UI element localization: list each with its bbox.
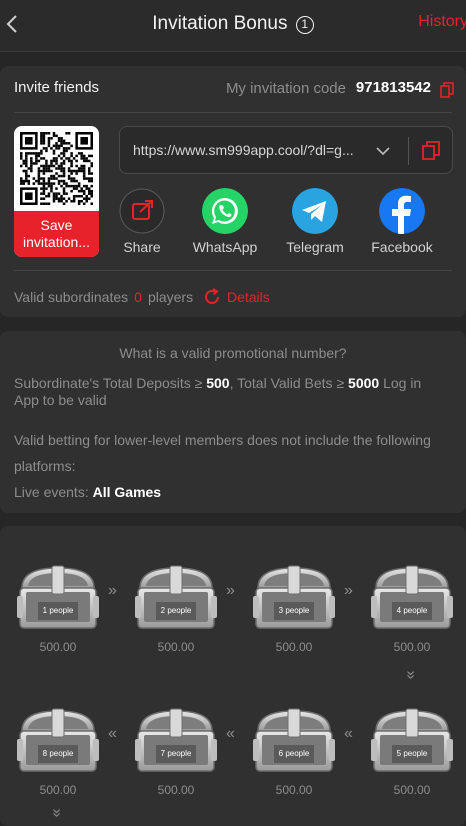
share-button[interactable]: Share bbox=[119, 188, 165, 255]
players-unit: players bbox=[147, 289, 194, 305]
chest-reward-value: 500.00 bbox=[39, 783, 77, 797]
invitation-code-label: My invitation code bbox=[225, 80, 346, 97]
invitation-link-field[interactable]: https://www.sm999app.cool/?dl=g... bbox=[119, 126, 453, 174]
invitation-link-text: https://www.sm999app.cool/?dl=g... bbox=[133, 142, 354, 158]
arrow-left-icon: « bbox=[226, 725, 235, 742]
divider bbox=[408, 137, 409, 165]
valid-subordinates-row: Valid subordinates 0 players Details bbox=[14, 288, 270, 306]
valid-subordinates-count: 0 bbox=[134, 289, 142, 305]
arrow-right-icon: » bbox=[226, 582, 235, 599]
whatsapp-button[interactable]: WhatsApp bbox=[188, 188, 262, 255]
details-link[interactable]: Details bbox=[227, 289, 270, 305]
chest-people-label: 2 people bbox=[160, 606, 192, 615]
treasure-chest-icon bbox=[371, 565, 453, 629]
chest-people-label: 1 people bbox=[42, 606, 74, 615]
chest-people-label: 3 people bbox=[278, 606, 310, 615]
whatsapp-icon bbox=[202, 188, 248, 234]
page-title: Invitation Bonus 1 bbox=[0, 13, 466, 35]
telegram-icon bbox=[292, 188, 338, 234]
whatsapp-label: WhatsApp bbox=[192, 239, 258, 255]
rules-exclusions: Valid betting for lower-level members do… bbox=[14, 432, 431, 500]
chest-reward-value: 500.00 bbox=[393, 783, 431, 797]
header-bar: Invitation Bonus 1 History bbox=[0, 0, 466, 52]
copy-code-icon[interactable] bbox=[440, 82, 454, 98]
telegram-label: Telegram bbox=[286, 239, 344, 255]
treasure-chest-icon bbox=[135, 708, 217, 772]
chest-reward-value: 500.00 bbox=[157, 783, 195, 797]
reward-chest[interactable]: 7 people 500.00 bbox=[134, 705, 218, 797]
arrow-right-icon: » bbox=[108, 582, 117, 599]
chest-reward-value: 500.00 bbox=[157, 640, 195, 654]
chest-reward-value: 500.00 bbox=[393, 640, 431, 654]
chest-reward-value: 500.00 bbox=[275, 783, 313, 797]
chest-people-label: 4 people bbox=[396, 606, 428, 615]
share-icon bbox=[119, 188, 165, 234]
chest-reward-value: 500.00 bbox=[39, 640, 77, 654]
copy-link-icon[interactable] bbox=[422, 141, 440, 161]
reward-chest[interactable]: 1 people 500.00 bbox=[16, 562, 100, 654]
arrow-left-icon: « bbox=[344, 725, 353, 742]
reward-chest[interactable]: 8 people 500.00 bbox=[16, 705, 100, 797]
invitation-code: 971813542 bbox=[355, 79, 431, 96]
share-label: Share bbox=[123, 239, 161, 255]
invite-card: Invite friends My invitation code 971813… bbox=[0, 66, 466, 317]
save-invitation-button[interactable]: Save invitation... bbox=[14, 211, 99, 257]
treasure-chest-icon bbox=[17, 708, 99, 772]
facebook-label: Facebook bbox=[371, 239, 433, 255]
facebook-icon bbox=[379, 188, 425, 234]
chest-people-label: 6 people bbox=[278, 749, 310, 758]
chevron-down-icon[interactable] bbox=[375, 143, 391, 159]
reward-chest[interactable]: 4 people 500.00 bbox=[370, 562, 454, 654]
refresh-icon[interactable] bbox=[203, 288, 221, 306]
treasure-chest-icon bbox=[371, 708, 453, 772]
chest-reward-value: 500.00 bbox=[275, 640, 313, 654]
chest-people-label: 7 people bbox=[160, 749, 192, 758]
qr-code-image bbox=[20, 132, 93, 205]
divider bbox=[14, 112, 452, 113]
rules-question: What is a valid promotional number? bbox=[119, 345, 347, 361]
arrow-down-icon: » bbox=[402, 670, 420, 680]
chest-people-label: 8 people bbox=[42, 749, 74, 758]
facebook-button[interactable]: Facebook bbox=[369, 188, 435, 255]
treasure-chest-icon bbox=[17, 565, 99, 629]
telegram-button[interactable]: Telegram bbox=[283, 188, 347, 255]
rules-requirement: Subordinate's Total Deposits ≥ 500, Tota… bbox=[14, 375, 422, 408]
reward-chest[interactable]: 6 people 500.00 bbox=[252, 705, 336, 797]
chest-people-label: 5 people bbox=[396, 749, 428, 758]
divider bbox=[14, 270, 452, 271]
reward-chest[interactable]: 3 people 500.00 bbox=[252, 562, 336, 654]
arrow-down-icon: » bbox=[48, 808, 66, 818]
qr-code-card[interactable]: Save invitation... bbox=[14, 126, 99, 257]
treasure-chest-icon bbox=[253, 565, 335, 629]
invite-title: Invite friends bbox=[14, 79, 100, 96]
rewards-card: 1 people 500.00 2 people 500.00 3 people 50… bbox=[0, 526, 466, 826]
reward-chest[interactable]: 2 people 500.00 bbox=[134, 562, 218, 654]
treasure-chest-icon bbox=[135, 565, 217, 629]
reward-chest[interactable]: 5 people 500.00 bbox=[370, 705, 454, 797]
info-icon[interactable]: 1 bbox=[295, 16, 314, 34]
valid-subordinates-label: Valid subordinates bbox=[14, 289, 129, 305]
arrow-left-icon: « bbox=[108, 725, 117, 742]
arrow-right-icon: » bbox=[344, 582, 353, 599]
rules-card: What is a valid promotional number? Subo… bbox=[0, 331, 466, 513]
treasure-chest-icon bbox=[253, 708, 335, 772]
history-link[interactable]: History bbox=[418, 13, 466, 31]
